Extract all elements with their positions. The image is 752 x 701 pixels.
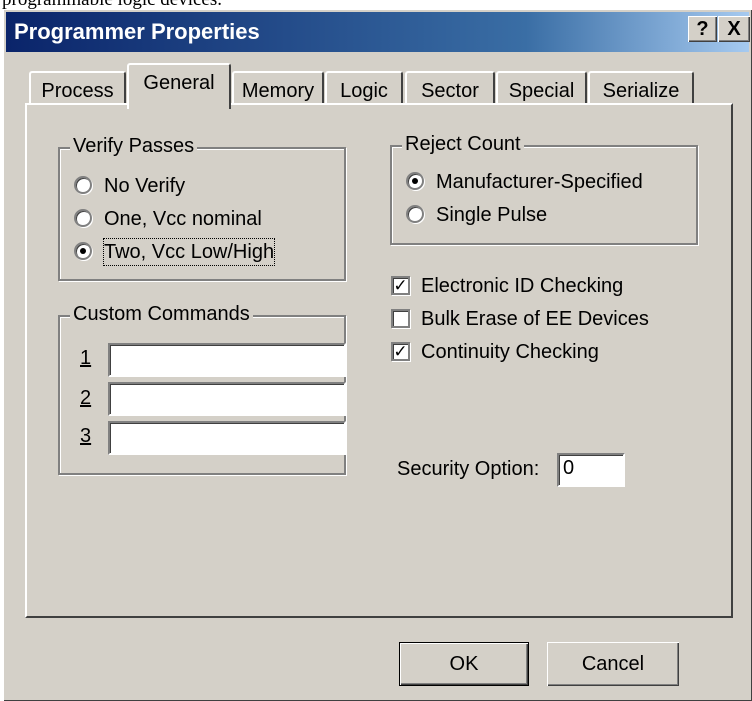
radio-button[interactable] <box>406 205 424 223</box>
verify-passes-label: Verify Passes <box>70 135 198 158</box>
ok-button[interactable]: OK <box>399 642 529 686</box>
window-title: Programmer Properties <box>14 19 260 44</box>
command-number-3: 3 <box>80 425 92 447</box>
radio-label: Manufacturer-Specified <box>436 171 643 193</box>
radio-label: No Verify <box>104 175 186 197</box>
radio-manufacturer-specified[interactable]: Manufacturer-Specified <box>406 169 691 195</box>
radio-label: Single Pulse <box>436 204 548 226</box>
checkbox-box[interactable]: ✓ <box>391 342 410 361</box>
checkbox-box[interactable]: ✓ <box>391 276 410 295</box>
general-tab-panel: Verify Passes No Verify One, Vcc nominal… <box>25 103 733 618</box>
radio-two-vcc-low-high[interactable]: Two, Vcc Low/High <box>74 238 334 266</box>
radio-no-verify[interactable]: No Verify <box>74 173 334 199</box>
programmer-properties-dialog: Programmer Properties ? X Process Genera… <box>3 9 752 701</box>
security-option-input[interactable]: 0 <box>557 453 625 487</box>
help-button[interactable]: ? <box>688 16 717 42</box>
checkbox-bulk-erase-ee-devices[interactable]: Bulk Erase of EE Devices <box>391 306 691 332</box>
radio-single-pulse[interactable]: Single Pulse <box>406 202 691 228</box>
radio-one-vcc-nominal[interactable]: One, Vcc nominal <box>74 206 334 232</box>
custom-command-1-input[interactable] <box>108 343 346 377</box>
radio-selected-dot <box>80 248 86 254</box>
radio-selected-dot <box>412 178 418 184</box>
title-bar[interactable]: Programmer Properties ? X <box>6 12 750 52</box>
radio-button[interactable] <box>74 176 92 194</box>
checkbox-label: Bulk Erase of EE Devices <box>421 308 649 330</box>
command-number-1: 1 <box>80 347 92 369</box>
security-option-label: Security Option: <box>397 458 540 480</box>
radio-button-selected[interactable] <box>74 242 92 260</box>
cancel-button[interactable]: Cancel <box>547 642 679 686</box>
custom-commands-group: Custom Commands 1 2 3 <box>58 303 346 475</box>
radio-button[interactable] <box>74 209 92 227</box>
tab-general[interactable]: General <box>127 63 231 109</box>
document-caption-fragment: programmable logic devices. <box>0 0 752 9</box>
checkbox-label: Continuity Checking <box>421 341 599 363</box>
command-number-2: 2 <box>80 387 92 409</box>
checkbox-label: Electronic ID Checking <box>421 275 624 297</box>
radio-label: One, Vcc nominal <box>104 208 262 230</box>
radio-button-selected[interactable] <box>406 172 424 190</box>
checkbox-electronic-id-checking[interactable]: ✓ Electronic ID Checking <box>391 273 691 299</box>
custom-commands-label: Custom Commands <box>70 303 253 326</box>
custom-command-2-input[interactable] <box>108 382 346 416</box>
close-button[interactable]: X <box>718 16 750 42</box>
radio-label: Two, Vcc Low/High <box>102 238 276 266</box>
reject-count-group: Reject Count Manufacturer-Specified Sing… <box>390 133 698 245</box>
checkbox-box[interactable] <box>391 309 410 328</box>
custom-command-3-input[interactable] <box>108 421 346 455</box>
verify-passes-group: Verify Passes No Verify One, Vcc nominal… <box>58 135 346 281</box>
reject-count-label: Reject Count <box>402 133 524 156</box>
checkbox-continuity-checking[interactable]: ✓ Continuity Checking <box>391 339 691 365</box>
